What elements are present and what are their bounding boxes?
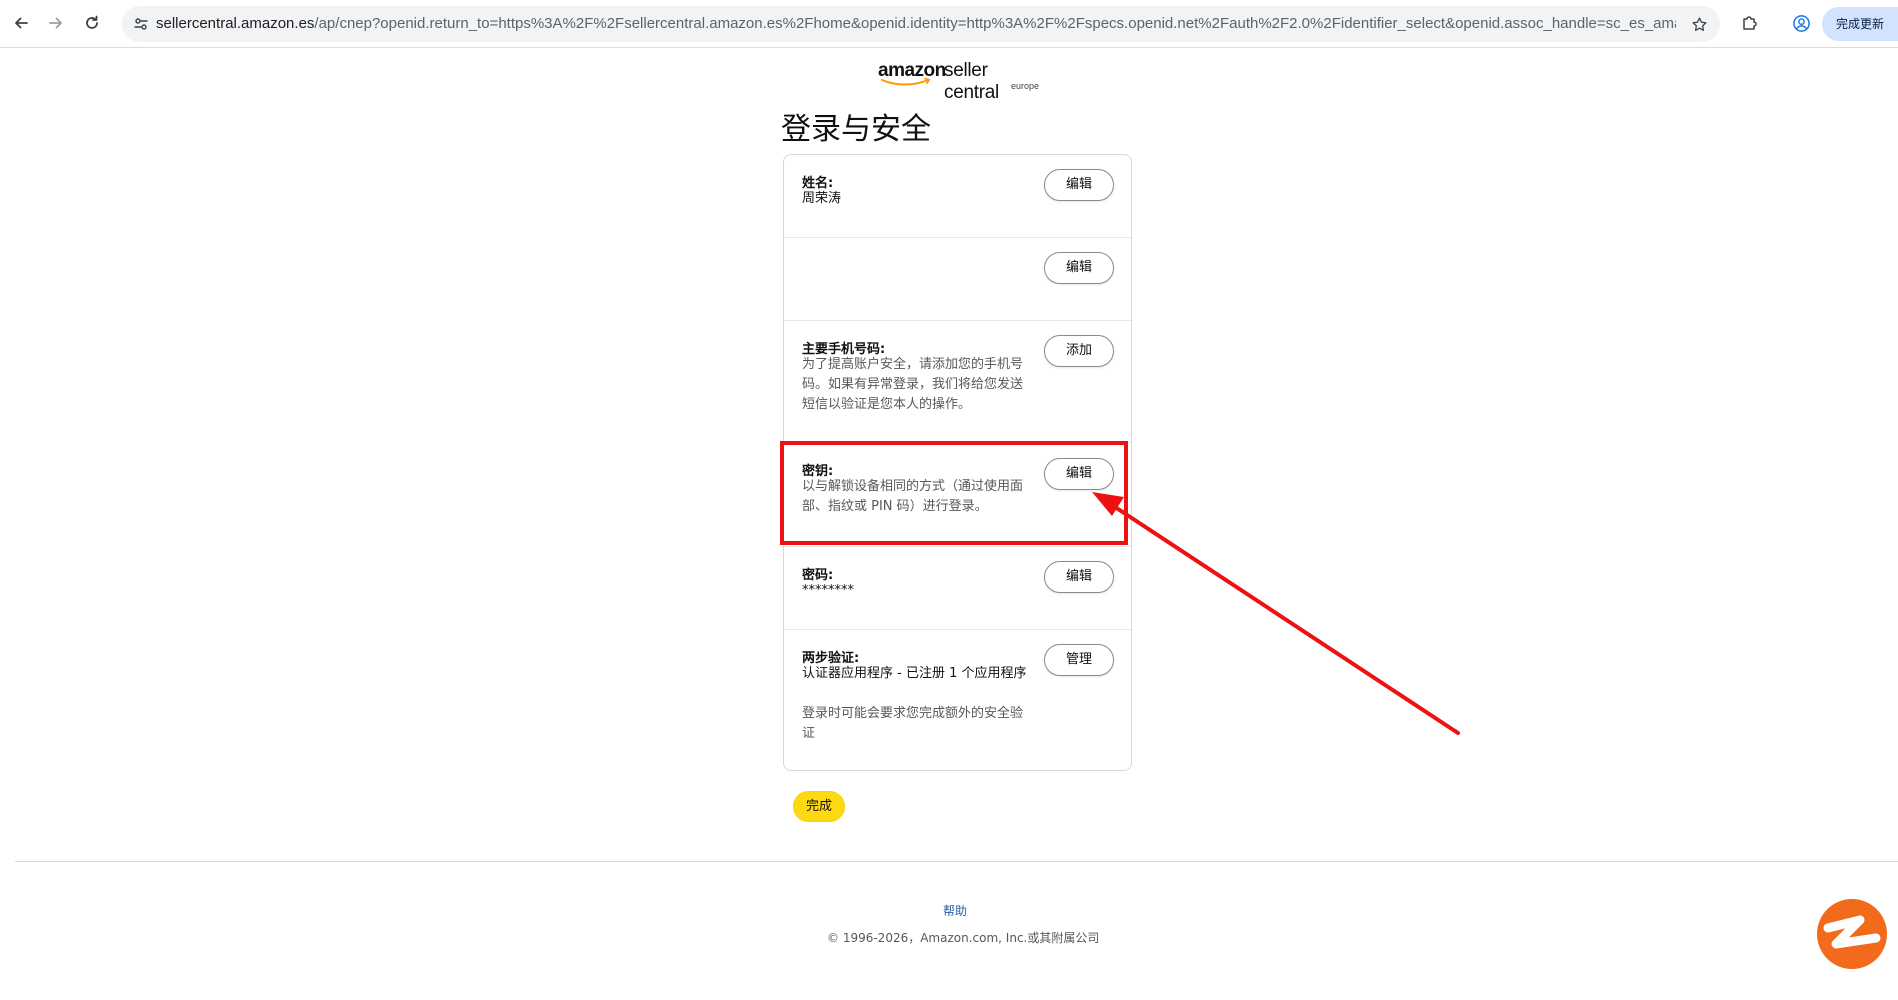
done-button[interactable]: 完成 [793, 791, 845, 822]
bookmark-button[interactable] [1686, 11, 1712, 37]
url-host: sellercentral.amazon.es [156, 15, 315, 32]
phone-description: 为了提高账户安全，请添加您的手机号码。如果有异常登录，我们将给您发送短信以验证是… [802, 357, 1024, 412]
page-title: 登录与安全 [781, 112, 931, 147]
page-root: sellercentral.amazon.es/ap/cnep?openid.r… [0, 0, 1898, 1000]
profile-button[interactable] [1788, 10, 1814, 36]
browser-toolbar: sellercentral.amazon.es/ap/cnep?openid.r… [0, 0, 1898, 48]
address-bar[interactable]: sellercentral.amazon.es/ap/cnep?openid.r… [122, 6, 1720, 42]
two-step-row: 两步验证: 认证器应用程序 - 已注册 1 个应用程序 登录时可能会要求您完成额… [784, 630, 1131, 770]
name-value: 周荣涛 [802, 191, 842, 206]
two-step-description: 登录时可能会要求您完成额外的安全验证 [802, 706, 1024, 741]
logo-region: europe [1010, 81, 1039, 91]
edit-name-button[interactable]: 编辑 [1044, 169, 1114, 201]
two-step-value: 认证器应用程序 - 已注册 1 个应用程序 [802, 666, 1027, 681]
orange-app-logo-icon [1817, 899, 1887, 969]
reload-icon [86, 15, 98, 29]
password-value: ******** [802, 583, 854, 598]
edit-passkey-button[interactable]: 编辑 [1044, 458, 1114, 490]
url-text[interactable]: sellercentral.amazon.es/ap/cnep?openid.r… [156, 6, 1676, 42]
amazon-smile-icon [881, 78, 931, 86]
footer-divider [15, 861, 1898, 862]
arrow-shaft [1110, 503, 1460, 735]
passkey-description: 以与解锁设备相同的方式（通过使用面部、指纹或 PIN 码）进行登录。 [802, 479, 1024, 514]
name-row: 姓名: 周荣涛 编辑 [784, 155, 1131, 238]
edit-email-button[interactable]: 编辑 [1044, 252, 1114, 284]
copyright-text: © 1996-2026，Amazon.com, Inc.或其附属公司 [827, 931, 1100, 945]
url-path: /ap/cnep?openid.return_to=https%3A%2F%2F… [314, 15, 1676, 32]
back-arrow-icon [15, 17, 28, 29]
reload-button[interactable] [79, 10, 105, 36]
extensions-button[interactable] [1736, 10, 1762, 36]
manage-two-step-button[interactable]: 管理 [1044, 644, 1114, 676]
forward-button[interactable] [43, 10, 69, 36]
add-phone-button[interactable]: 添加 [1044, 335, 1114, 367]
profile-icon [1792, 14, 1810, 32]
tune-icon [134, 18, 148, 30]
puzzle-icon [1743, 16, 1757, 30]
forward-arrow-icon [49, 17, 62, 29]
help-link[interactable]: 帮助 [943, 902, 967, 919]
star-icon [1691, 16, 1707, 31]
seller-central-logo: amazon seller central europe [876, 58, 1041, 103]
edit-password-button[interactable]: 编辑 [1044, 561, 1114, 593]
back-button[interactable] [8, 10, 34, 36]
email-row: 编辑 [784, 238, 1131, 321]
site-info-button[interactable] [128, 11, 154, 37]
passkey-row: 密钥: 以与解锁设备相同的方式（通过使用面部、指纹或 PIN 码）进行登录。 编… [784, 443, 1131, 547]
password-row: 密码: ******** 编辑 [784, 547, 1131, 630]
update-button[interactable]: 完成更新 [1822, 7, 1898, 41]
login-security-card: 姓名: 周荣涛 编辑 编辑 主要手机号码: 为了提高账户安全，请添加您的手机号码… [783, 154, 1132, 771]
phone-row: 主要手机号码: 为了提高账户安全，请添加您的手机号码。如果有异常登录，我们将给您… [784, 321, 1131, 443]
